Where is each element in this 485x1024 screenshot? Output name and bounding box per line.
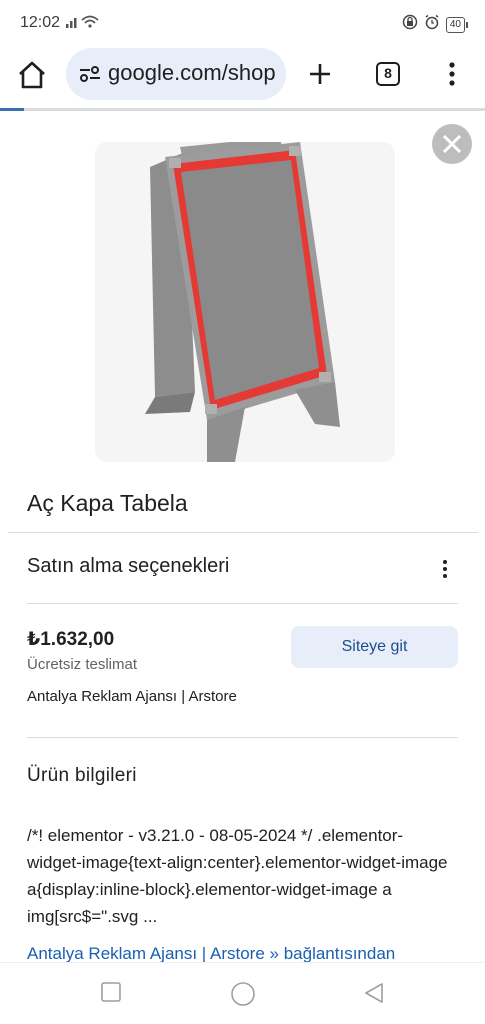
purchase-options-menu-icon[interactable] [440,558,450,580]
visit-site-button[interactable]: Siteye git [291,626,458,668]
page-load-progress [0,108,485,111]
system-nav-bar [0,962,485,1024]
product-price: ₺1.632,00 [27,629,115,650]
product-title: Aç Kapa Tabela [27,490,188,516]
recent-apps-icon[interactable] [100,981,122,1008]
home-circle-icon[interactable] [230,981,256,1012]
page-load-progress-fill [0,108,25,111]
divider [27,603,458,604]
tabs-icon[interactable]: 8 [376,62,400,86]
wifi-icon [81,15,99,28]
browser-toolbar: google.com/shop 8 [0,46,485,104]
seller-name[interactable]: Antalya Reklam Ajansı | Arstore [27,688,237,705]
purchase-options-heading: Satın alma seçenekleri [27,555,230,577]
battery-icon: 40 [445,16,469,33]
status-time: 12:02 [20,14,61,31]
product-image[interactable] [95,137,395,464]
divider [8,532,478,533]
signal-icon [66,15,100,34]
product-description: /*! elementor - v3.21.0 - 08-05-2024 */ … [27,826,448,926]
lock-icon [402,14,418,35]
new-tab-icon[interactable] [306,60,334,88]
home-icon[interactable] [16,60,48,90]
product-info-heading: Ürün bilgileri [27,765,137,786]
status-bar: 12:02 40 [0,0,485,46]
close-image-button[interactable] [432,124,472,164]
close-icon [442,134,462,154]
divider [27,737,458,738]
alarm-icon [424,14,440,35]
site-settings-icon[interactable] [78,64,102,89]
back-icon[interactable] [362,981,386,1010]
delivery-info: Ücretsiz teslimat [27,656,138,673]
address-bar[interactable]: google.com/shop [66,48,286,100]
more-menu-icon[interactable] [446,60,458,88]
source-link[interactable]: Antalya Reklam Ajansı | Arstore » bağlan… [27,944,395,964]
url-text[interactable]: google.com/shop [108,60,276,86]
